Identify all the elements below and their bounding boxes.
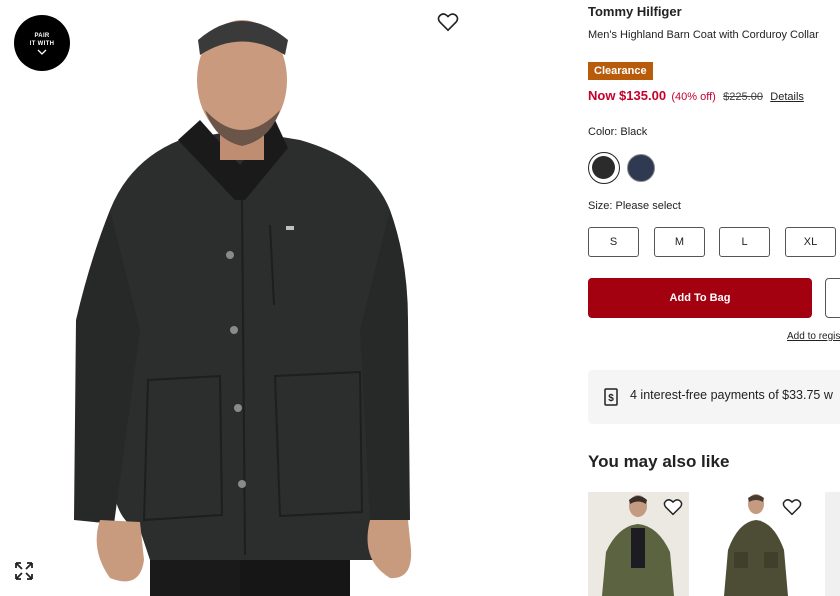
- add-to-bag-button[interactable]: Add To Bag: [588, 278, 812, 318]
- color-label: Color: Black: [588, 126, 648, 138]
- product-image[interactable]: [70, 0, 490, 596]
- recommendation-card[interactable]: [706, 492, 807, 596]
- installment-payment-banner: $ 4 interest-free payments of $33.75 w: [588, 370, 840, 424]
- recommendation-card[interactable]: [588, 492, 689, 596]
- size-label: Size: Please select: [588, 200, 681, 212]
- price-details-link[interactable]: Details: [770, 91, 804, 103]
- size-button-s[interactable]: S: [588, 227, 639, 257]
- price-now: Now $135.00: [588, 88, 667, 103]
- size-button-xl[interactable]: XL: [785, 227, 836, 257]
- expand-icon[interactable]: [14, 561, 34, 581]
- product-image-gallery: PAIR IT WITH: [0, 0, 560, 596]
- dollar-receipt-icon: $: [604, 388, 618, 406]
- price-original: $225.00: [723, 91, 763, 103]
- color-swatch-black[interactable]: [588, 152, 620, 184]
- svg-text:$: $: [608, 393, 614, 404]
- swatch-fill: [592, 156, 615, 179]
- heart-icon[interactable]: [663, 498, 683, 516]
- recommendation-card[interactable]: [825, 492, 840, 596]
- product-name: Men's Highland Barn Coat with Corduroy C…: [588, 29, 819, 41]
- price-discount: (40% off): [671, 91, 716, 103]
- price-row: Now $135.00 (40% off) $225.00 Details: [588, 88, 804, 103]
- pair-with-label: PAIR: [34, 33, 50, 39]
- size-button-m[interactable]: M: [654, 227, 705, 257]
- heart-icon[interactable]: [437, 12, 459, 32]
- clearance-badge: Clearance: [588, 62, 653, 80]
- heart-icon[interactable]: [782, 498, 802, 516]
- pair-it-with-button[interactable]: PAIR IT WITH: [14, 15, 70, 71]
- add-to-registry-link[interactable]: Add to regis: [787, 331, 840, 342]
- chevron-down-icon: [37, 49, 47, 55]
- product-brand[interactable]: Tommy Hilfiger: [588, 4, 682, 19]
- color-swatch-navy[interactable]: [627, 154, 655, 182]
- recommendations-title: You may also like: [588, 452, 730, 471]
- pair-with-label-line2: IT WITH: [29, 41, 55, 47]
- secondary-action-button[interactable]: [825, 278, 840, 318]
- installment-text: 4 interest-free payments of $33.75 w: [630, 388, 833, 402]
- size-button-l[interactable]: L: [719, 227, 770, 257]
